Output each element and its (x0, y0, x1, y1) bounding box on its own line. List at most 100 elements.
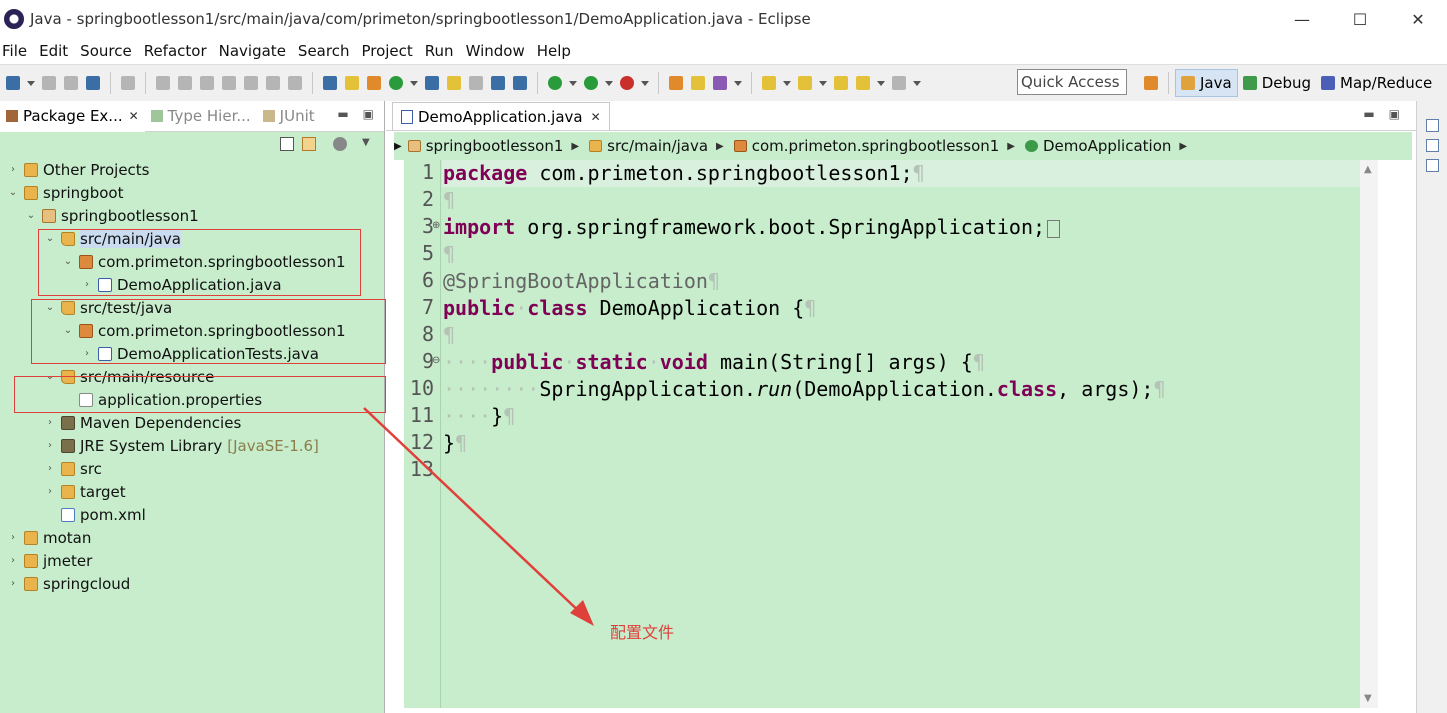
breadcrumb-item-source-folder[interactable]: src/main/java ▶ (589, 137, 724, 155)
close-button[interactable]: ✕ (1389, 0, 1447, 38)
tree-item-target[interactable]: › target (43, 480, 126, 503)
run-dropdown-icon[interactable] (605, 80, 613, 86)
expand-icon[interactable]: › (43, 463, 57, 474)
menu-refactor[interactable]: Refactor (142, 42, 210, 60)
scroll-down-icon[interactable]: ▼ (1364, 693, 1372, 704)
new-icon[interactable] (6, 76, 20, 90)
scroll-up-icon[interactable]: ▲ (1364, 164, 1372, 175)
expand-icon[interactable]: › (6, 578, 20, 589)
collapse-icon[interactable]: ⌄ (6, 187, 20, 198)
expand-icon[interactable]: › (6, 532, 20, 543)
tree-item-springboot[interactable]: ⌄ springboot (6, 181, 124, 204)
menu-project[interactable]: Project (359, 42, 415, 60)
step-over-icon[interactable] (266, 76, 280, 90)
resume-icon[interactable] (156, 76, 170, 90)
tree-item-pom-xml[interactable]: pom.xml (43, 503, 146, 526)
maximize-editor-icon[interactable]: ▣ (1389, 107, 1400, 121)
show-whitespace-icon[interactable] (513, 76, 527, 90)
breadcrumb-item-package[interactable]: com.primeton.springbootlesson1 ▶ (733, 137, 1015, 155)
breadcrumb-item-class[interactable]: DemoApplication ▶ (1025, 137, 1187, 155)
expand-icon[interactable]: › (6, 164, 20, 175)
tree-item-jre-system-library[interactable]: › JRE System Library [JavaSE-1.6] (43, 434, 319, 457)
close-icon[interactable]: ✕ (591, 110, 601, 124)
close-icon[interactable]: ✕ (129, 109, 139, 123)
toggle-block-selection-icon[interactable] (491, 76, 505, 90)
restore-icon[interactable] (1426, 119, 1439, 132)
forward-dropdown-icon[interactable] (913, 80, 921, 86)
menu-search[interactable]: Search (296, 42, 353, 60)
step-return-icon[interactable] (288, 76, 302, 90)
tree-item-maven-dependencies[interactable]: › Maven Dependencies (43, 411, 241, 434)
terminate-icon[interactable] (200, 76, 214, 90)
code-area[interactable]: 1 2 3 ⊕ 5 6 7 8 9 ⊖ 10 11 12 13 package … (404, 160, 1378, 708)
back-dropdown-icon[interactable] (877, 80, 885, 86)
tree-item-other-projects[interactable]: › Other Projects (6, 158, 150, 181)
expand-fold-icon[interactable]: ⊕ (432, 220, 440, 231)
menu-source[interactable]: Source (78, 42, 135, 60)
debug-dropdown-icon[interactable] (569, 80, 577, 86)
debug-icon[interactable] (548, 76, 562, 90)
pen-dropdown-icon[interactable] (734, 80, 742, 86)
disconnect-icon[interactable] (222, 76, 236, 90)
new-dropdown-icon[interactable] (27, 80, 35, 86)
maximize-view-icon[interactable]: ▣ (363, 107, 374, 121)
new-java-class-icon[interactable] (389, 76, 403, 90)
minimize-button[interactable]: — (1273, 0, 1331, 38)
expand-icon[interactable]: › (43, 417, 57, 428)
drop-to-frame-icon[interactable] (323, 76, 337, 90)
back-icon[interactable] (856, 76, 870, 90)
search-icon[interactable] (447, 76, 461, 90)
open-perspective-icon[interactable] (1144, 76, 1158, 90)
open-project-icon[interactable] (691, 76, 705, 90)
previous-annotation-icon[interactable] (798, 76, 812, 90)
last-edit-location-icon[interactable] (834, 76, 848, 90)
new-java-package-icon[interactable] (367, 76, 381, 90)
run-icon[interactable] (584, 76, 598, 90)
external-tools-dropdown-icon[interactable] (641, 80, 649, 86)
menu-help[interactable]: Help (535, 42, 574, 60)
external-tools-icon[interactable] (620, 76, 634, 90)
pen-icon[interactable] (713, 76, 727, 90)
collapse-all-icon[interactable] (280, 137, 294, 151)
link-with-editor-icon[interactable] (302, 137, 316, 151)
outline-icon[interactable] (1426, 139, 1439, 152)
perspective-java[interactable]: Java (1175, 69, 1238, 97)
toggle-mark-occurrences-icon[interactable] (469, 76, 483, 90)
task-list-icon[interactable] (1426, 159, 1439, 172)
tab-demoapplication-java[interactable]: DemoApplication.java ✕ (392, 102, 610, 130)
perspective-debug[interactable]: Debug (1238, 69, 1316, 97)
tab-type-hierarchy[interactable]: Type Hier... (145, 101, 257, 132)
suspend-icon[interactable] (178, 76, 192, 90)
perspective-mapreduce[interactable]: Map/Reduce (1316, 69, 1437, 97)
tab-junit[interactable]: JUnit (257, 101, 321, 132)
previous-annotation-dropdown-icon[interactable] (819, 80, 827, 86)
open-task-icon[interactable] (669, 76, 683, 90)
menu-window[interactable]: Window (464, 42, 528, 60)
new-class-dropdown-icon[interactable] (410, 80, 418, 86)
folded-imports-box[interactable] (1047, 219, 1061, 238)
use-step-filters-icon[interactable] (345, 76, 359, 90)
collapse-fold-icon[interactable]: ⊖ (432, 355, 440, 366)
console-icon[interactable] (86, 76, 100, 90)
menu-file[interactable]: File (0, 42, 30, 60)
step-into-icon[interactable] (244, 76, 258, 90)
focus-icon[interactable] (333, 137, 347, 151)
tab-package-explorer[interactable]: Package Ex... ✕ (0, 100, 145, 132)
open-type-icon[interactable] (425, 76, 439, 90)
menu-navigate[interactable]: Navigate (217, 42, 289, 60)
minimize-editor-icon[interactable]: ▬ (1363, 107, 1374, 121)
tree-item-springbootlesson1[interactable]: ⌄ springbootlesson1 (24, 204, 199, 227)
menu-edit[interactable]: Edit (37, 42, 71, 60)
next-annotation-dropdown-icon[interactable] (783, 80, 791, 86)
tree-item-springcloud[interactable]: › springcloud (6, 572, 130, 595)
quick-access-field[interactable]: Quick Access (1017, 69, 1127, 95)
expand-icon[interactable]: › (6, 555, 20, 566)
tree-item-jmeter[interactable]: › jmeter (6, 549, 92, 572)
expand-icon[interactable]: › (43, 486, 57, 497)
collapse-icon[interactable]: ⌄ (24, 210, 38, 221)
minimize-view-icon[interactable]: ▬ (337, 107, 348, 121)
view-menu-icon[interactable]: ▼ (362, 137, 376, 151)
expand-icon[interactable]: › (43, 440, 57, 451)
tree-item-motan[interactable]: › motan (6, 526, 91, 549)
save-all-icon[interactable] (64, 76, 78, 90)
